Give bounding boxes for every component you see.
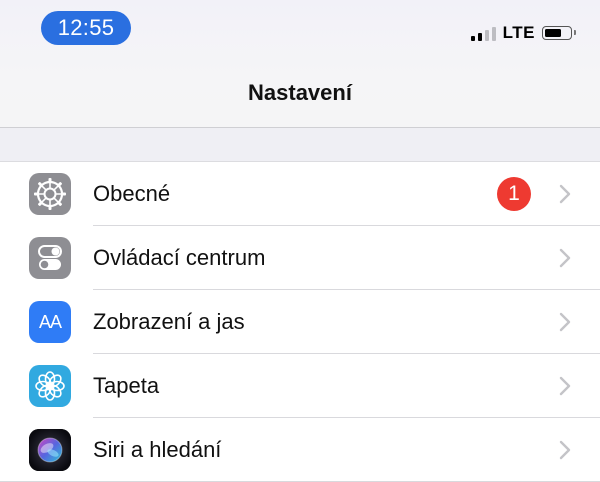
settings-list: Obecné 1 Ovládací centrum AA Zobrazení a… (0, 162, 600, 482)
icon-glyph: AA (38, 311, 62, 332)
settings-row-wallpaper[interactable]: Tapeta (0, 354, 600, 418)
siri-icon (29, 429, 71, 471)
settings-row-label: Siri a hledání (93, 437, 222, 462)
chevron-right-icon (559, 248, 571, 268)
chevron-right-icon (559, 312, 571, 332)
flower-icon (29, 365, 71, 407)
settings-row-siri-search[interactable]: Siri a hledání (0, 418, 600, 482)
battery-icon (542, 26, 576, 40)
chevron-right-icon (559, 376, 571, 396)
cellular-signal-icon (470, 25, 496, 41)
settings-row-label: Zobrazení a jas (93, 309, 245, 334)
chevron-right-icon (559, 440, 571, 460)
settings-row-label: Obecné (93, 181, 171, 206)
chevron-right-icon (559, 184, 571, 204)
settings-row-general[interactable]: Obecné 1 (0, 162, 600, 226)
settings-row-control-center[interactable]: Ovládací centrum (0, 226, 600, 290)
page-title: Nastavení (248, 80, 352, 105)
status-indicators: LTE (470, 22, 576, 44)
toggle-switches-icon (29, 237, 71, 279)
network-type: LTE (502, 23, 535, 42)
notification-badge: 1 (497, 177, 531, 211)
settings-row-label: Ovládací centrum (93, 245, 266, 270)
header: 12:55 LTE Nastavení (0, 0, 600, 128)
settings-screen: 12:55 LTE Nastavení Obecné 1 Ovládací ce… (0, 0, 600, 482)
text-size-icon: AA (29, 301, 71, 343)
settings-row-display-brightness[interactable]: AA Zobrazení a jas (0, 290, 600, 354)
section-separator (0, 128, 600, 162)
settings-row-label: Tapeta (93, 373, 160, 398)
status-time[interactable]: 12:55 (41, 11, 131, 45)
gear-icon (29, 173, 71, 215)
